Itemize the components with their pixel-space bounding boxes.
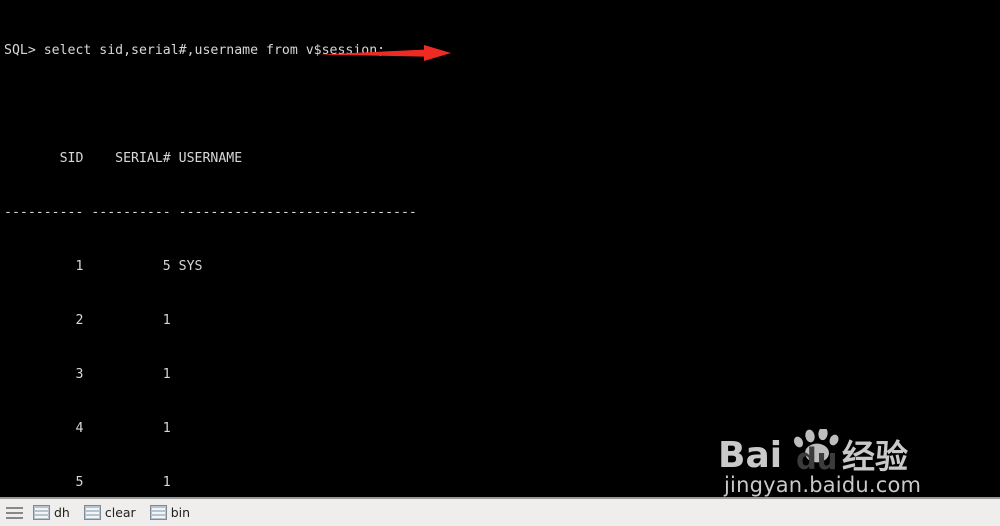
- terminal-window-icon: [33, 505, 50, 520]
- menu-bar: [5, 511, 23, 514]
- table-separator-1: ---------- ---------- ------------------…: [4, 205, 417, 220]
- terminal-window-icon: [83, 505, 101, 520]
- taskbar: dh clear bin: [0, 497, 1000, 526]
- menu-bar: [5, 506, 23, 509]
- table-row: 5 1: [4, 475, 171, 490]
- terminal-window[interactable]: SQL> select sid,serial#,username from v$…: [0, 0, 1000, 497]
- terminal-window-icon: [149, 505, 167, 520]
- terminal-prompt-line: SQL> select sid,serial#,username from v$…: [4, 43, 386, 58]
- taskbar-item-bin[interactable]: bin: [147, 501, 198, 524]
- table-row: 2 1: [4, 313, 171, 328]
- taskbar-item-label: clear: [104, 505, 136, 520]
- table-header-row-1: SID SERIAL# USERNAME: [4, 151, 243, 166]
- table-row: 4 1: [4, 421, 171, 436]
- menu-bar: [5, 516, 23, 519]
- table-row: 1 5 SYS: [4, 259, 203, 274]
- hamburger-menu-icon[interactable]: [3, 502, 25, 523]
- screen-root: SQL> select sid,serial#,username from v$…: [0, 0, 1000, 526]
- taskbar-item-dh[interactable]: dh: [30, 501, 78, 524]
- taskbar-item-label: dh: [54, 505, 70, 520]
- taskbar-item-clear[interactable]: clear: [81, 501, 144, 524]
- table-row: 3 1: [4, 367, 171, 382]
- taskbar-item-label: bin: [170, 505, 191, 520]
